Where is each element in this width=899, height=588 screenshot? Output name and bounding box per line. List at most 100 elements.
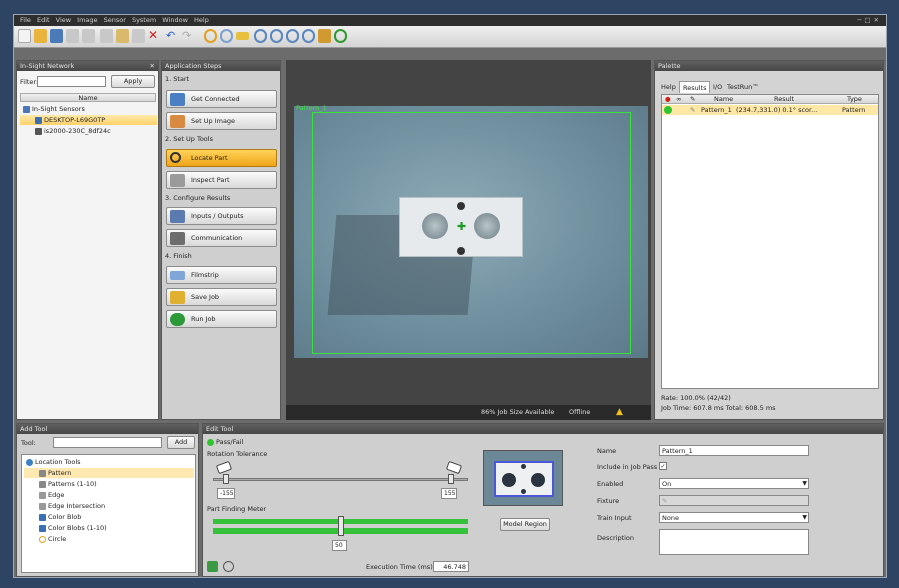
get-connected-button[interactable]: Get Connected [166, 90, 277, 108]
menu-help[interactable]: Help [194, 16, 209, 24]
rotation-max-handle[interactable] [448, 474, 454, 484]
zoom-fill-icon[interactable] [302, 29, 315, 43]
tree-root-sensors[interactable]: In-Sight Sensors [23, 104, 85, 114]
col-type[interactable]: Type [847, 95, 862, 104]
delete-icon[interactable]: ✕ [148, 29, 161, 43]
close-icon[interactable]: ✕ [150, 61, 155, 71]
inputs-outputs-button[interactable]: Inputs / Outputs [166, 207, 277, 225]
col-name[interactable]: Name [714, 95, 733, 104]
live-video-icon[interactable] [204, 29, 217, 43]
pattern-region[interactable] [312, 112, 631, 354]
online-icon[interactable] [334, 29, 347, 43]
filter-label: Filter: [20, 78, 39, 86]
zoom-fit-icon[interactable] [286, 29, 299, 43]
color-blob-icon [39, 513, 46, 521]
tool-color-blobs[interactable]: Color Blobs (1-10) [39, 523, 107, 533]
meter-threshold-value[interactable]: 50 [332, 540, 347, 551]
cut-icon[interactable] [100, 29, 113, 43]
menu-system[interactable]: System [132, 16, 156, 24]
paste-icon[interactable] [132, 29, 145, 43]
train-input-value: None [662, 514, 679, 522]
sensor-item-is2000[interactable]: is2000-230C_8df24c [35, 126, 111, 136]
col-result[interactable]: Result [774, 95, 794, 104]
tool-pattern[interactable]: Pattern [24, 468, 194, 478]
column-header-name[interactable]: Name [20, 93, 156, 102]
description-label: Description [597, 534, 635, 542]
train-input-select[interactable]: None ▼ [659, 512, 809, 523]
add-tool-button[interactable]: Add [167, 436, 195, 449]
tool-patterns[interactable]: Patterns (1-10) [39, 479, 97, 489]
locate-part-button[interactable]: Locate Part [166, 149, 277, 167]
communication-icon [170, 232, 185, 245]
description-textarea[interactable] [659, 529, 809, 555]
pattern-label: Pattern_1 [296, 104, 327, 112]
fixture-label: Fixture [597, 497, 620, 505]
train-icon[interactable] [207, 561, 218, 572]
apply-button[interactable]: Apply [111, 75, 155, 88]
menu-view[interactable]: View [56, 16, 71, 24]
rotation-max-value[interactable]: 155 [441, 488, 457, 499]
print-icon[interactable] [66, 29, 79, 43]
trigger-icon[interactable] [220, 29, 233, 43]
edit-tool-header: Edit Tool [203, 424, 883, 434]
rotation-slider[interactable] [213, 478, 468, 481]
zoom-in-icon[interactable] [254, 29, 267, 43]
undo-icon[interactable]: ↶ [166, 29, 179, 43]
zoom-out-icon[interactable] [270, 29, 283, 43]
menu-image[interactable]: Image [77, 16, 97, 24]
filmstrip-button[interactable]: Filmstrip [166, 266, 277, 284]
inspect-part-button[interactable]: Inspect Part [166, 171, 277, 189]
run-job-button[interactable]: Run Job [166, 310, 277, 328]
menu-edit[interactable]: Edit [37, 16, 50, 24]
grid-icon[interactable] [318, 29, 331, 43]
tool-search-input[interactable] [53, 437, 162, 448]
save-icon[interactable] [50, 29, 63, 43]
set-up-image-button[interactable]: Set Up Image [166, 112, 277, 130]
fixture-select[interactable]: ✎ [659, 495, 809, 506]
save-job-button[interactable]: Save Job [166, 288, 277, 306]
model-pin [521, 464, 526, 469]
new-job-icon[interactable] [18, 29, 31, 43]
enabled-label: Enabled [597, 480, 624, 488]
menu-sensor[interactable]: Sensor [104, 16, 126, 24]
tool-circle[interactable]: Circle [39, 534, 66, 544]
network-panel-header: In-Sight Network ✕ [17, 61, 158, 71]
redo-icon[interactable]: ↷ [182, 29, 195, 43]
rotation-min-value[interactable]: -155 [217, 488, 235, 499]
edge-intersection-icon [39, 502, 46, 510]
tab-results[interactable]: Results [679, 81, 711, 93]
tool-edge-intersection[interactable]: Edge Intersection [39, 501, 105, 511]
rotation-min-handle[interactable] [223, 474, 229, 484]
meter-threshold-handle[interactable] [338, 516, 344, 536]
window-controls[interactable]: ─□✕ [857, 15, 882, 26]
tab-io[interactable]: I/O [713, 83, 722, 91]
open-folder-icon[interactable] [34, 29, 47, 43]
tool-edge[interactable]: Edge [39, 490, 64, 500]
warning-icon: ▲ [616, 407, 623, 417]
tab-help[interactable]: Help [661, 83, 676, 91]
tab-testrun[interactable]: TestRun™ [727, 83, 759, 91]
communication-button[interactable]: Communication [166, 229, 277, 247]
tool-label-text: Patterns (1-10) [48, 480, 97, 488]
include-checkbox[interactable]: ✓ [659, 462, 667, 470]
menu-window[interactable]: Window [162, 16, 188, 24]
tool-group-location[interactable]: Location Tools [26, 457, 81, 467]
enabled-select[interactable]: On ▼ [659, 478, 809, 489]
execution-time-value: 46.748 [433, 561, 469, 572]
rotate-left-icon [215, 460, 233, 475]
filmstrip-icon[interactable] [236, 32, 249, 40]
copy-icon[interactable] [116, 29, 129, 43]
filter-input[interactable] [37, 76, 106, 87]
model-region-button[interactable]: Model Region [500, 518, 550, 531]
menu-file[interactable]: File [20, 16, 31, 24]
timer-icon[interactable] [223, 561, 234, 572]
image-display[interactable]: ✚ Pattern_1 86% Job Size Available Offli… [286, 60, 651, 420]
model-hole [502, 473, 516, 487]
sensor-item-desktop[interactable]: DESKTOP-L69G0TP [20, 115, 157, 125]
toolbar: ✕ ↶ ↷ [14, 26, 886, 48]
name-input[interactable]: Pattern_1 [659, 445, 809, 456]
tool-color-blob[interactable]: Color Blob [39, 512, 81, 522]
model-thumbnail [483, 450, 563, 506]
print-preview-icon[interactable] [82, 29, 95, 43]
result-row[interactable]: ✎ Pattern_1 (234.7,331.0) 0.1° scor... P… [662, 105, 878, 115]
